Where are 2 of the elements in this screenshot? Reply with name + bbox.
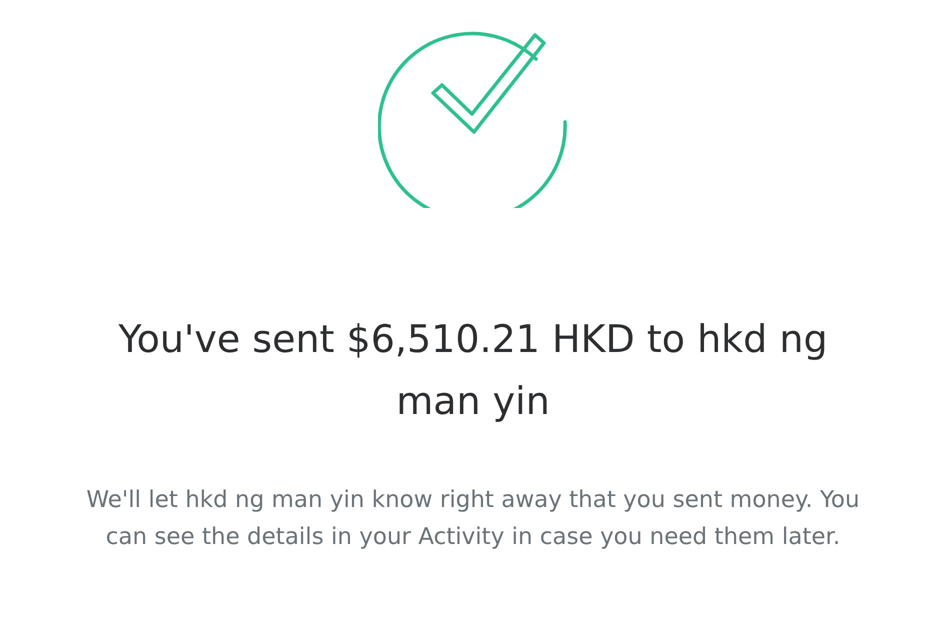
confirmation-message: We'll let hkd ng man yin know right away that you sent money. You can see the details in your Activity in case you need them later.: [85, 486, 861, 552]
confirmation-title: You've sent $6,510.21 HKD to hkd ng man yin: [117, 316, 829, 425]
